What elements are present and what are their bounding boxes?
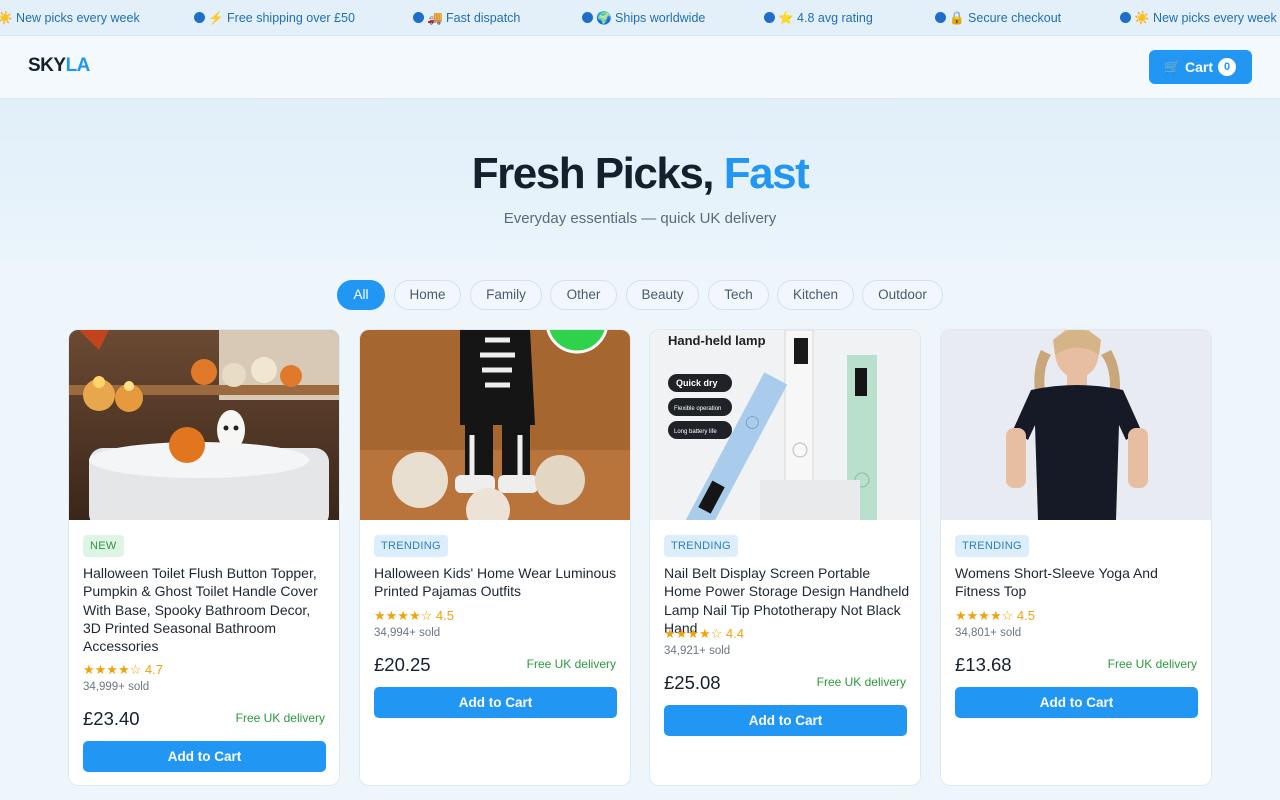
product-image[interactable]: [360, 330, 630, 520]
site-logo[interactable]: SKYLA: [28, 55, 90, 77]
product-badge: TRENDING: [664, 535, 738, 557]
category-pill-other[interactable]: Other: [550, 280, 617, 310]
category-pill-home[interactable]: Home: [394, 280, 461, 310]
product-rating: ★★★★☆ 4.4: [664, 626, 744, 642]
image-tag: Flexible operation: [674, 406, 721, 412]
image-heading: Hand-held lamp: [668, 333, 766, 348]
product-card[interactable]: TRENDING Halloween Kids' Home Wear Lumin…: [359, 329, 631, 786]
shipping-note: Free UK delivery: [1107, 657, 1197, 671]
rating-value: 4.5: [435, 608, 454, 623]
product-image[interactable]: [69, 330, 339, 520]
ticker-text: ☀️ New picks every week: [1134, 11, 1277, 25]
hero-title-accent: Fast: [723, 149, 810, 198]
product-badge: TRENDING: [374, 535, 448, 557]
cart-icon: 🛒: [1164, 59, 1181, 74]
product-sold-count: 34,999+ sold: [83, 681, 150, 693]
ticker-text: ☀️ New picks every week: [0, 11, 140, 25]
rating-value: 4.7: [144, 662, 163, 677]
bullet-dot-icon: [1120, 12, 1131, 23]
product-price: £13.68: [955, 654, 1012, 675]
product-image[interactable]: Hand-held lamp Quick dry Flexible operat…: [650, 330, 920, 520]
category-pill-all[interactable]: All: [337, 280, 385, 310]
site-header: SKYLA 🛒 Cart 0: [0, 36, 1280, 99]
product-rating: ★★★★☆ 4.5: [374, 608, 454, 624]
product-title[interactable]: Womens Short-Sleeve Yoga And Fitness Top: [955, 564, 1201, 601]
ticker-item: 🔒 Secure checkout: [935, 0, 1062, 35]
product-card[interactable]: Hand-held lamp Quick dry Flexible operat…: [649, 329, 921, 786]
star-rating-icon: ★★★★☆: [374, 608, 433, 623]
add-to-cart-button[interactable]: Add to Cart: [664, 705, 907, 736]
bullet-dot-icon: [582, 12, 593, 23]
ticker-text: 🚚 Fast dispatch: [427, 11, 521, 25]
image-tag: Long battery life: [674, 429, 717, 435]
category-pill-kitchen[interactable]: Kitchen: [777, 280, 854, 310]
bullet-dot-icon: [935, 12, 946, 23]
category-pill-beauty[interactable]: Beauty: [626, 280, 699, 310]
add-to-cart-button[interactable]: Add to Cart: [955, 687, 1198, 718]
shipping-note: Free UK delivery: [235, 711, 325, 725]
ticker-item: ⭐ 4.8 avg rating: [764, 0, 873, 35]
ticker-item: ⚡ Free shipping over £50: [194, 0, 355, 35]
product-card[interactable]: NEW Halloween Toilet Flush Button Topper…: [68, 329, 340, 786]
category-pill-tech[interactable]: Tech: [708, 280, 769, 310]
product-sold-count: 34,994+ sold: [374, 627, 441, 639]
ticker-text: ⭐ 4.8 avg rating: [778, 11, 873, 25]
product-sold-count: 34,921+ sold: [664, 645, 731, 657]
product-title[interactable]: Halloween Toilet Flush Button Topper, Pu…: [83, 564, 329, 655]
category-pill-outdoor[interactable]: Outdoor: [862, 280, 943, 310]
shipping-note: Free UK delivery: [816, 675, 906, 689]
add-to-cart-button[interactable]: Add to Cart: [374, 687, 617, 718]
bullet-dot-icon: [413, 12, 424, 23]
ticker-text: ⚡ Free shipping over £50: [208, 11, 355, 25]
star-rating-icon: ★★★★☆: [83, 662, 142, 677]
add-to-cart-button[interactable]: Add to Cart: [83, 741, 326, 772]
logo-accent-text: LA: [65, 55, 91, 76]
hero-banner: Fresh Picks, Fast Everyday essentials — …: [0, 99, 1280, 260]
product-price: £25.08: [664, 672, 721, 693]
cart-count-badge: 0: [1218, 58, 1236, 76]
ticker-item: 🌍 Ships worldwide: [582, 0, 706, 35]
rating-value: 4.4: [725, 626, 744, 641]
cart-label: Cart: [1185, 59, 1214, 75]
logo-text: SKY: [28, 55, 66, 76]
star-rating-icon: ★★★★☆: [955, 608, 1014, 623]
hero-title: Fresh Picks, Fast: [0, 149, 1280, 199]
shipping-note: Free UK delivery: [526, 657, 616, 671]
hero-title-main: Fresh Picks,: [471, 149, 724, 198]
ticker-item: ☀️ New picks every week: [1120, 0, 1277, 35]
image-tag: Quick dry: [676, 378, 718, 388]
rating-value: 4.5: [1016, 608, 1035, 623]
ticker-item: 🚚 Fast dispatch: [413, 0, 521, 35]
star-rating-icon: ★★★★☆: [664, 626, 723, 641]
product-image[interactable]: [941, 330, 1211, 520]
product-badge: NEW: [83, 535, 124, 557]
ticker-text: 🔒 Secure checkout: [949, 11, 1062, 25]
product-price: £20.25: [374, 654, 431, 675]
product-rating: ★★★★☆ 4.5: [955, 608, 1035, 624]
announcement-ticker: ☀️ New picks every week ⚡ Free shipping …: [0, 0, 1280, 36]
product-rating: ★★★★☆ 4.7: [83, 662, 163, 678]
ticker-item: ☀️ New picks every week: [0, 0, 140, 35]
bullet-dot-icon: [764, 12, 775, 23]
product-price: £23.40: [83, 708, 140, 729]
category-pill-family[interactable]: Family: [470, 280, 542, 310]
hero-subtitle: Everyday essentials — quick UK delivery: [503, 210, 777, 227]
product-title[interactable]: Halloween Kids' Home Wear Luminous Print…: [374, 564, 620, 601]
bullet-dot-icon: [194, 12, 205, 23]
product-sold-count: 34,801+ sold: [955, 627, 1022, 639]
ticker-text: 🌍 Ships worldwide: [596, 11, 706, 25]
product-badge: TRENDING: [955, 535, 1029, 557]
cart-button[interactable]: 🛒 Cart 0: [1149, 50, 1252, 84]
product-card[interactable]: TRENDING Womens Short-Sleeve Yoga And Fi…: [940, 329, 1212, 786]
